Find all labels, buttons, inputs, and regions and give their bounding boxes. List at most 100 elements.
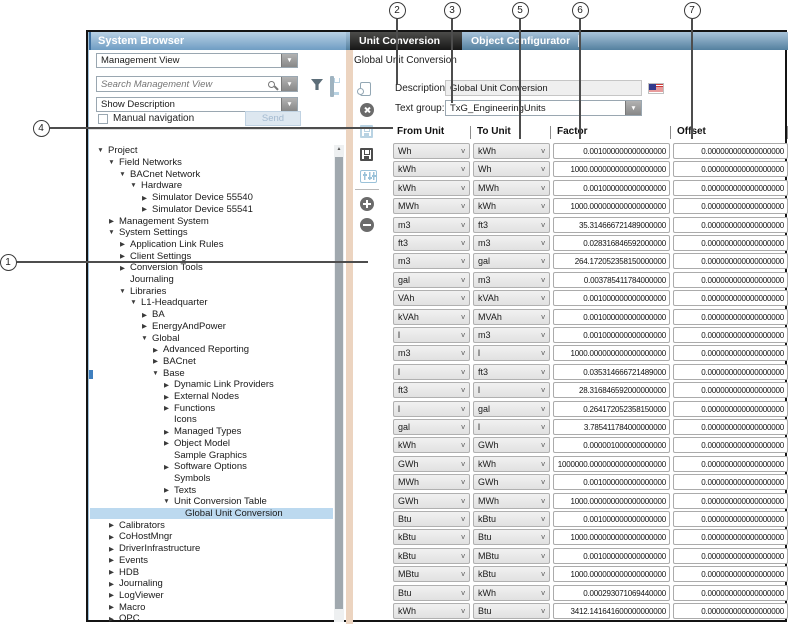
factor-input[interactable]: 0.001000000000000000 — [553, 180, 670, 196]
add-icon[interactable] — [360, 197, 374, 211]
save-icon[interactable] — [360, 148, 373, 161]
to-unit-select[interactable]: Btuv — [473, 603, 550, 619]
to-unit-select[interactable]: galv — [473, 253, 550, 269]
factor-input[interactable]: 1000.000000000000000000 — [553, 161, 670, 177]
tree-item[interactable]: ▶LogViewer — [90, 590, 333, 602]
factor-input[interactable]: 0.000001000000000000 — [553, 437, 670, 453]
offset-input[interactable]: 0.000000000000000000 — [673, 217, 788, 233]
expand-arrow-icon[interactable]: ▶ — [140, 322, 149, 330]
collapse-arrow-icon[interactable]: ▼ — [162, 498, 171, 505]
from-unit-select[interactable]: m3v — [393, 345, 470, 361]
chevron-down-icon[interactable]: v — [541, 532, 545, 541]
tree-item[interactable]: ▼Field Networks — [90, 157, 333, 169]
factor-input[interactable]: 1000000.000000000000000000 — [553, 456, 670, 472]
from-unit-select[interactable]: MWhv — [393, 474, 470, 490]
expand-arrow-icon[interactable]: ▶ — [107, 217, 116, 225]
expand-arrow-icon[interactable]: ▶ — [162, 428, 171, 436]
tree-item[interactable]: ▶BA — [90, 309, 333, 321]
factor-input[interactable]: 0.001000000000000000 — [553, 327, 670, 343]
chevron-down-icon[interactable]: v — [541, 256, 545, 265]
save-filter-icon[interactable] — [330, 78, 334, 96]
chevron-down-icon[interactable]: v — [541, 146, 545, 155]
tree-item[interactable]: ▶Macro — [90, 601, 333, 613]
from-unit-select[interactable]: lv — [393, 327, 470, 343]
from-unit-select[interactable]: kWhv — [393, 603, 470, 619]
tree-item[interactable]: ▼Project — [90, 145, 333, 157]
filter-sliders-icon[interactable] — [360, 170, 377, 183]
factor-input[interactable]: 1000.000000000000000000 — [553, 529, 670, 545]
factor-input[interactable]: 28.316846592000000000 — [553, 382, 670, 398]
display-mode-combo[interactable]: Show Description ▼ — [96, 97, 298, 112]
chevron-down-icon[interactable]: v — [461, 293, 465, 302]
chevron-down-icon[interactable]: v — [461, 312, 465, 321]
offset-input[interactable]: 0.000000000000000000 — [673, 548, 788, 564]
chevron-down-icon[interactable]: v — [461, 440, 465, 449]
to-unit-select[interactable]: GWhv — [473, 474, 550, 490]
tree-item[interactable]: ▶Software Options — [90, 461, 333, 473]
tree-item[interactable]: ▼L1-Headquarter — [90, 297, 333, 309]
offset-input[interactable]: 0.000000000000000000 — [673, 290, 788, 306]
to-unit-select[interactable]: Btuv — [473, 529, 550, 545]
chevron-down-icon[interactable]: v — [461, 422, 465, 431]
from-unit-select[interactable]: kWhv — [393, 437, 470, 453]
factor-input[interactable]: 0.001000000000000000 — [553, 290, 670, 306]
collapse-arrow-icon[interactable]: ▼ — [107, 159, 116, 166]
collapse-arrow-icon[interactable]: ▼ — [118, 171, 127, 178]
chevron-down-icon[interactable]: v — [461, 404, 465, 413]
to-unit-select[interactable]: kWhv — [473, 198, 550, 214]
chevron-down-icon[interactable]: v — [541, 330, 545, 339]
chevron-down-icon[interactable]: v — [461, 551, 465, 560]
from-unit-select[interactable]: m3v — [393, 217, 470, 233]
factor-input[interactable]: 0.000293071069440000 — [553, 585, 670, 601]
collapse-arrow-icon[interactable]: ▼ — [118, 288, 127, 295]
tree-item[interactable]: ▼Base — [90, 367, 333, 379]
chevron-down-icon[interactable]: v — [461, 330, 465, 339]
tree-item[interactable]: ▶Journaling — [90, 578, 333, 590]
tree-item[interactable]: ▼Unit Conversion Table — [90, 496, 333, 508]
expand-arrow-icon[interactable]: ▶ — [107, 603, 116, 611]
offset-input[interactable]: 0.000000000000000000 — [673, 161, 788, 177]
offset-input[interactable]: 0.000000000000000000 — [673, 253, 788, 269]
offset-input[interactable]: 0.000000000000000000 — [673, 382, 788, 398]
to-unit-select[interactable]: MWhv — [473, 180, 550, 196]
tree-item[interactable]: ▶Events — [90, 555, 333, 567]
tree-item[interactable]: ▼Hardware — [90, 180, 333, 192]
tree-item[interactable]: ▶External Nodes — [90, 391, 333, 403]
from-unit-select[interactable]: m3v — [393, 253, 470, 269]
expand-arrow-icon[interactable]: ▶ — [140, 194, 149, 202]
chevron-down-icon[interactable]: v — [541, 201, 545, 210]
text-group-combo[interactable]: TxG_EngineeringUnits ▼ — [445, 100, 642, 116]
chevron-down-icon[interactable]: v — [461, 385, 465, 394]
to-unit-select[interactable]: lv — [473, 382, 550, 398]
tree-item[interactable]: Journaling — [90, 274, 333, 286]
chevron-down-icon[interactable]: v — [461, 275, 465, 284]
factor-input[interactable]: 0.264172052358150000 — [553, 401, 670, 417]
collapse-arrow-icon[interactable]: ▼ — [107, 229, 116, 236]
tree-item[interactable]: ▶Simulator Device 55540 — [90, 192, 333, 204]
tree-item[interactable]: ▶Simulator Device 55541 — [90, 204, 333, 216]
collapse-arrow-icon[interactable]: ▼ — [129, 299, 138, 306]
scrollbar-thumb[interactable] — [335, 157, 343, 609]
description-field[interactable]: Global Unit Conversion — [445, 80, 642, 96]
to-unit-select[interactable]: kBtuv — [473, 566, 550, 582]
search-input[interactable] — [97, 77, 268, 91]
from-unit-select[interactable]: lv — [393, 364, 470, 380]
to-unit-select[interactable]: MVAhv — [473, 309, 550, 325]
to-unit-select[interactable]: m3v — [473, 235, 550, 251]
offset-input[interactable]: 0.000000000000000000 — [673, 493, 788, 509]
chevron-down-icon[interactable]: v — [541, 569, 545, 578]
expand-arrow-icon[interactable]: ▶ — [107, 580, 116, 588]
factor-input[interactable]: 1000.000000000000000000 — [553, 198, 670, 214]
chevron-down-icon[interactable]: v — [541, 514, 545, 523]
chevron-down-icon[interactable]: v — [541, 496, 545, 505]
offset-input[interactable]: 0.000000000000000000 — [673, 585, 788, 601]
from-unit-select[interactable]: kBtuv — [393, 529, 470, 545]
factor-input[interactable]: 0.003785411784000000 — [553, 272, 670, 288]
collapse-arrow-icon[interactable]: ▼ — [140, 335, 149, 342]
tree-item[interactable]: ▶Texts — [90, 484, 333, 496]
tree-scrollbar[interactable]: ▲ — [334, 145, 344, 622]
chevron-down-icon[interactable]: v — [541, 588, 545, 597]
chevron-down-icon[interactable]: ▼ — [625, 101, 641, 115]
chevron-down-icon[interactable]: v — [461, 146, 465, 155]
from-unit-select[interactable]: kBtuv — [393, 548, 470, 564]
